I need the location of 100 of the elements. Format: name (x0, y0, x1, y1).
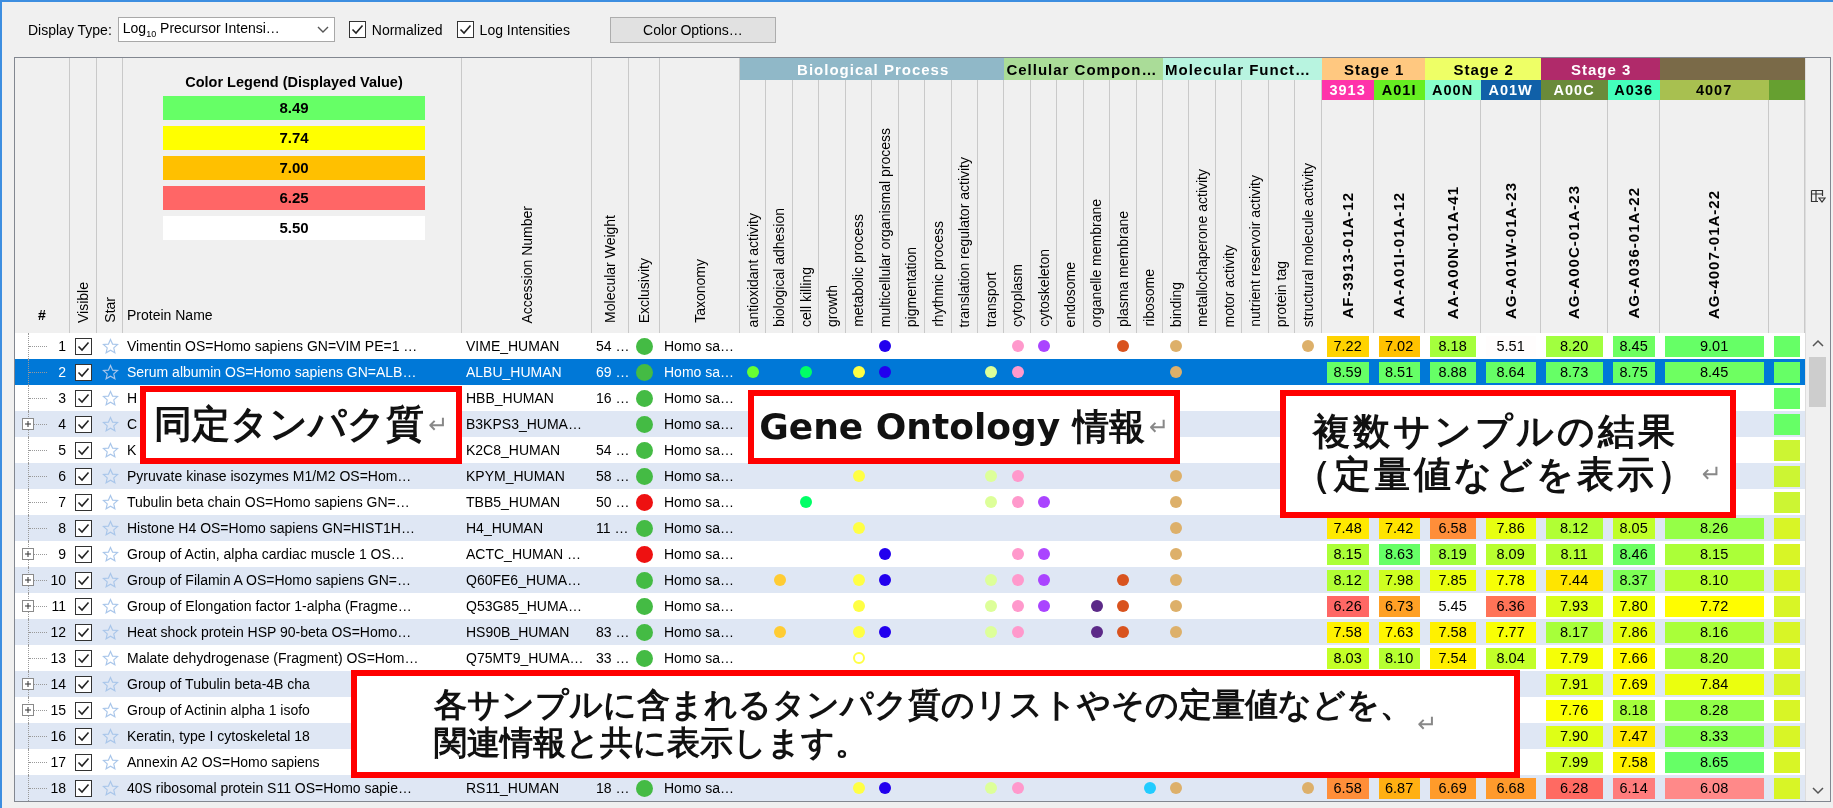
column-header[interactable]: nutrient reservoir activity (1247, 175, 1264, 327)
column-header[interactable]: Taxonomy (691, 259, 708, 323)
column-header[interactable]: ribosome (1141, 269, 1158, 327)
stage-header: Stage 3 (1540, 58, 1660, 80)
star-icon[interactable] (101, 701, 119, 719)
column-header[interactable]: AG-A036-01A-22 (1624, 187, 1642, 319)
color-options-button[interactable]: Color Options… (609, 16, 776, 43)
star-icon[interactable] (101, 545, 119, 563)
checkbox[interactable] (75, 753, 92, 771)
column-header[interactable]: Protein Name (127, 307, 213, 323)
star-icon[interactable] (101, 337, 119, 355)
column-header[interactable]: translation regulator activity (956, 156, 973, 327)
column-header[interactable]: cytoskeleton (1035, 249, 1052, 327)
display-type-dropdown[interactable]: Log$_{10}$ Precursor Intensi… (117, 17, 335, 42)
star-icon[interactable] (101, 363, 119, 381)
scrollbar-thumb[interactable] (1809, 357, 1827, 407)
column-header[interactable]: cytoplasm (1009, 263, 1026, 327)
checkbox[interactable] (348, 21, 366, 38)
chevron-down-icon[interactable] (315, 24, 330, 35)
star-icon[interactable] (101, 389, 119, 407)
star-icon[interactable] (101, 623, 119, 641)
column-header[interactable]: plasma membrane (1114, 211, 1131, 327)
column-header[interactable]: antioxidant activity (744, 212, 761, 327)
checkbox[interactable] (75, 597, 92, 615)
column-header[interactable]: motor activity (1220, 244, 1237, 327)
column-header[interactable]: # (38, 307, 46, 323)
checkbox[interactable] (456, 21, 474, 38)
checkbox[interactable] (75, 649, 92, 667)
column-header[interactable]: structural molecule activity (1299, 162, 1316, 327)
column-header[interactable]: metallochaperone activity (1194, 169, 1211, 327)
checkbox-label[interactable]: Log Intensities (479, 21, 570, 38)
checkbox[interactable] (75, 701, 92, 719)
star-icon[interactable] (101, 675, 119, 693)
checkbox[interactable] (75, 623, 92, 641)
checkbox[interactable] (75, 389, 92, 407)
column-header[interactable]: AA-A00N-01A-41 (1443, 185, 1461, 319)
column-header[interactable]: protein tag (1273, 260, 1290, 327)
checkbox[interactable] (75, 571, 92, 589)
checkbox[interactable] (75, 779, 92, 797)
expand-icon[interactable] (22, 678, 34, 690)
column-header[interactable]: Accession Number (518, 205, 535, 323)
star-icon[interactable] (101, 415, 119, 433)
checkbox[interactable] (75, 337, 92, 355)
value-cell: 7.63 (1378, 621, 1420, 643)
checkbox[interactable] (75, 519, 92, 537)
column-header[interactable]: binding (1167, 281, 1184, 327)
checkbox[interactable] (75, 727, 92, 745)
expand-icon[interactable] (22, 418, 34, 430)
column-header[interactable]: AA-A01I-01A-12 (1390, 192, 1408, 319)
value-cell: 7.86 (1485, 517, 1536, 539)
star-icon[interactable] (101, 571, 119, 589)
column-header[interactable]: AG-4007-01A-22 (1705, 189, 1723, 319)
chevron-down-icon[interactable] (1811, 787, 1824, 795)
star-icon[interactable] (101, 597, 119, 615)
column-header[interactable]: biological adhesion (771, 207, 788, 327)
column-header[interactable]: multicellular organismal process (876, 127, 893, 327)
column-header[interactable]: AG-A00C-01A-23 (1565, 184, 1583, 319)
star-icon[interactable] (101, 779, 119, 797)
column-header[interactable]: Molecular Weight (602, 215, 618, 323)
column-header[interactable]: cell killing (797, 267, 814, 327)
column-header[interactable]: rhythmic process (929, 221, 946, 327)
expand-icon[interactable] (22, 704, 34, 716)
column-header[interactable]: metabolic process (850, 214, 867, 327)
expand-icon[interactable] (22, 574, 34, 586)
star-icon[interactable] (101, 519, 119, 537)
column-header[interactable]: Visible (75, 282, 91, 323)
column-header[interactable]: AG-A01W-01A-23 (1501, 181, 1519, 319)
checkbox-label[interactable]: Normalized (371, 21, 443, 38)
checkbox[interactable] (75, 545, 92, 563)
column-header[interactable]: growth (824, 284, 841, 327)
star-icon[interactable] (101, 441, 119, 459)
column-header[interactable]: endosome (1061, 261, 1078, 327)
column-header[interactable]: Exclusivity (636, 257, 652, 323)
expand-icon[interactable] (22, 600, 34, 612)
chevron-up-icon[interactable] (1811, 339, 1824, 347)
table-row[interactable]: 2 Serum albumin OS=Homo sapiens GN=ALB… ALBU_HUMAN 69 … Homo sa… 8.59 8.51 8.88 8.64 8.73 8.75 8.45 (15, 359, 1805, 385)
checkbox[interactable] (75, 675, 92, 693)
checkbox[interactable] (75, 493, 92, 511)
star-icon[interactable] (101, 753, 119, 771)
column-header[interactable]: organelle membrane (1088, 198, 1105, 327)
checkbox[interactable] (75, 467, 92, 485)
value-cell: 7.66 (1612, 647, 1655, 669)
star-icon[interactable] (101, 493, 119, 511)
star-icon[interactable] (101, 727, 119, 745)
column-chooser-icon[interactable] (1809, 187, 1826, 204)
column-header[interactable]: pigmentation (903, 246, 920, 327)
star-icon[interactable] (101, 649, 119, 667)
taxonomy: Homo sa… (664, 442, 735, 458)
column-header[interactable]: transport (982, 271, 999, 327)
checkbox[interactable] (75, 441, 92, 459)
star-icon[interactable] (101, 467, 119, 485)
column-header[interactable]: AF-3913-01A-12 (1338, 192, 1356, 319)
accession-number: ACTC_HUMAN … (466, 546, 582, 562)
expand-icon[interactable] (22, 548, 34, 560)
value-cell: 7.85 (1429, 569, 1476, 591)
column-header[interactable]: Star (101, 297, 118, 323)
protein-name: Vimentin OS=Homo sapiens GN=VIM PE=1 … (127, 338, 418, 354)
checkbox[interactable] (75, 363, 92, 381)
accession-number: HS90B_HUMAN (466, 624, 570, 640)
checkbox[interactable] (75, 415, 92, 433)
